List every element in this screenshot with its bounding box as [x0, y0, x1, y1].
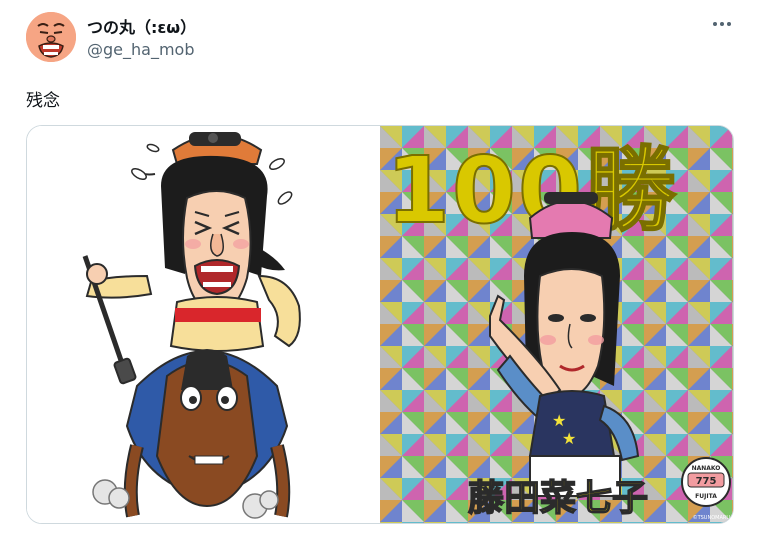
display-name[interactable]: つの丸（:εω）: [87, 14, 196, 38]
jockey-illustration: [27, 126, 378, 523]
holo-card: 100勝 ★ ★ 藤田菜七子 NANAKO 775 FUJITA ©TSUNOM…: [380, 126, 733, 523]
svg-text:★: ★: [552, 411, 566, 430]
tweet: つの丸（:εω） @ge_ha_mob 残念 100勝 ★ ★ 藤田菜七子 NA…: [0, 0, 758, 546]
tweet-text: 残念: [26, 91, 60, 111]
badge-bottom-text: FUJITA: [695, 493, 717, 500]
more-options-button[interactable]: [708, 14, 736, 34]
card-name: 藤田菜七子: [468, 478, 648, 519]
svg-text:★: ★: [562, 429, 576, 448]
more-dot-icon: [720, 22, 724, 26]
media-image-holo-card[interactable]: 100勝 ★ ★ 藤田菜七子 NANAKO 775 FUJITA ©TSUNOM…: [380, 126, 733, 523]
card-credit: ©TSUNOMARU: [693, 514, 731, 521]
avatar-face-icon: [26, 12, 76, 62]
avatar[interactable]: [26, 12, 76, 62]
more-dot-icon: [713, 22, 717, 26]
more-dot-icon: [727, 22, 731, 26]
badge-top-text: NANAKO: [692, 465, 721, 472]
media-grid: 100勝 ★ ★ 藤田菜七子 NANAKO 775 FUJITA ©TSUNOM…: [26, 125, 734, 524]
badge-number-text: 775: [696, 476, 717, 487]
user-handle[interactable]: @ge_ha_mob: [87, 40, 194, 59]
display-name-row: つの丸（:εω）: [87, 14, 196, 38]
media-image-jockey-illustration[interactable]: [27, 126, 380, 523]
